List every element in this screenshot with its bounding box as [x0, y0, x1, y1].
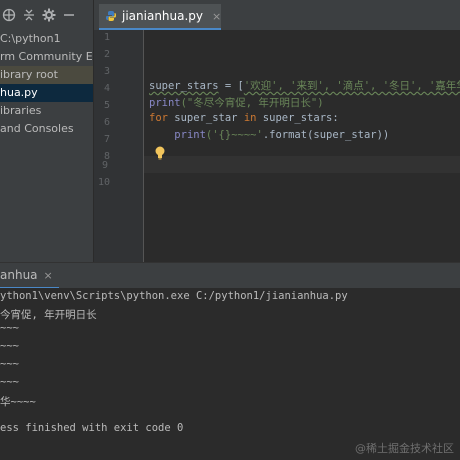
editor-tab-bar: jianianhua.py ×: [94, 0, 460, 30]
tree-item-scratches-consoles[interactable]: and Consoles: [0, 120, 93, 138]
code-token: ("冬尽今宵促, 年开明日长"): [180, 97, 324, 109]
python-file-icon: [105, 7, 117, 26]
console-line: ~~~: [0, 322, 19, 334]
line-number: 3: [103, 66, 110, 77]
gear-icon[interactable]: [42, 8, 56, 22]
console-line: 华~~~~: [0, 396, 36, 408]
line-number: 6: [103, 117, 110, 128]
console-line: ~~~: [0, 340, 19, 352]
run-tab[interactable]: anhua ×: [0, 263, 59, 289]
line-number: 1: [103, 32, 110, 43]
tree-item-external-libraries[interactable]: ibraries: [0, 102, 93, 120]
code-token: print: [149, 97, 181, 109]
sidebar-toolbar: [0, 0, 93, 30]
line-number: 5: [103, 100, 110, 111]
tree-item-project-root[interactable]: C:\python1: [0, 30, 93, 48]
close-icon[interactable]: ×: [44, 269, 53, 282]
run-panel-header: anhua ×: [0, 262, 460, 289]
code-token: '欢迎', '来到', '滴点', '冬日', '嘉年华': [243, 80, 460, 92]
code-line-5[interactable]: print("冬尽今宵促, 年开明日长"): [149, 95, 324, 110]
line-number: 7: [103, 134, 110, 145]
code-token: print: [174, 129, 206, 141]
code-token: for: [149, 112, 168, 124]
line-number: 10: [97, 177, 110, 188]
code-token: = [: [218, 80, 244, 92]
run-tab-label: anhua: [0, 268, 38, 282]
line-number: 4: [103, 83, 110, 94]
code-line-7[interactable]: print('{}~~~~'.format(super_star)): [149, 129, 389, 141]
current-line-highlight: [144, 156, 460, 173]
code-token: super_star: [167, 112, 244, 124]
close-icon[interactable]: ×: [212, 10, 221, 23]
console-line: ess finished with exit code 0: [0, 422, 184, 434]
watermark: @稀土掘金技术社区: [355, 442, 454, 455]
console-line: ~~~: [0, 376, 19, 388]
project-sidebar: C:\python1 rm Community Edi ibrary root …: [0, 0, 93, 262]
console-line: ython1\venv\Scripts\python.exe C:/python…: [0, 290, 348, 302]
line-number: 9: [101, 160, 108, 171]
console-line: 今宵促, 年开明日长: [0, 309, 97, 321]
run-console-output[interactable]: ython1\venv\Scripts\python.exe C:/python…: [0, 288, 460, 460]
tree-item-library-root[interactable]: ibrary root: [0, 66, 93, 84]
code-editor[interactable]: super_stars = ['欢迎', '来到', '滴点', '冬日', '…: [144, 30, 460, 262]
tab-jianianhua-py[interactable]: jianianhua.py ×: [99, 4, 221, 30]
lightbulb-icon[interactable]: [154, 145, 166, 160]
line-number: 2: [103, 49, 110, 60]
tree-item-interpreter[interactable]: rm Community Edi: [0, 48, 93, 66]
code-line-4[interactable]: super_stars = ['欢迎', '来到', '滴点', '冬日', '…: [149, 78, 460, 93]
code-line-6[interactable]: for super_star in super_stars:: [149, 112, 339, 124]
line-number-gutter: 1 2 3 4 5 6 7 8 9 10: [94, 30, 143, 262]
code-token: super_stars: [149, 80, 219, 92]
code-token: .format(super_star)): [262, 129, 390, 141]
code-token: in: [243, 112, 257, 124]
code-token: super_stars:: [256, 112, 339, 124]
console-line: ~~~: [0, 358, 19, 370]
collapse-icon[interactable]: [22, 8, 36, 22]
tab-label: jianianhua.py: [122, 9, 204, 23]
target-icon[interactable]: [2, 8, 16, 22]
tree-item-jianianhua-file[interactable]: hua.py: [0, 84, 93, 102]
code-token: ('{}~~~~': [205, 129, 263, 141]
minimize-icon[interactable]: [62, 8, 76, 22]
